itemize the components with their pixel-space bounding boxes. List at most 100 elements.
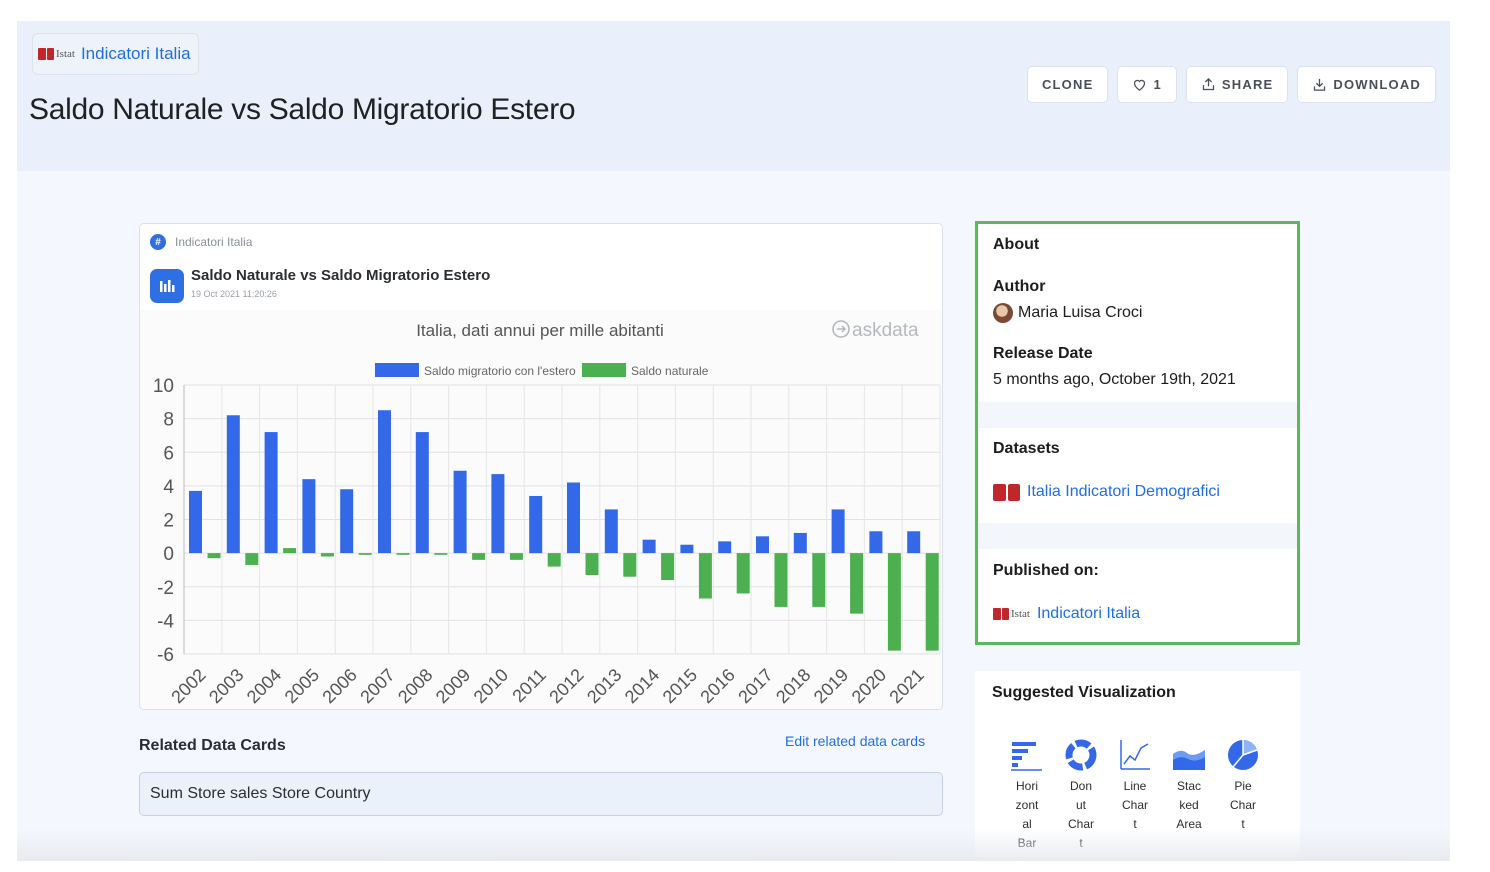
bar	[887, 553, 901, 651]
author-row: Maria Luisa Croci	[993, 303, 1142, 323]
viz-pie-chart[interactable]: Pie Char t	[1223, 738, 1263, 834]
x-tick-label: 2021	[885, 665, 927, 707]
bar	[358, 553, 372, 555]
y-tick-label: -6	[157, 645, 174, 666]
x-tick-label: 2002	[167, 665, 209, 707]
askdata-arrow-icon	[837, 325, 847, 333]
bar	[567, 482, 580, 554]
clone-button[interactable]: CLONE	[1026, 66, 1109, 103]
x-tick-label: 2003	[205, 665, 247, 707]
share-label: SHARE	[1221, 77, 1274, 92]
download-button[interactable]: DOWNLOAD	[1297, 66, 1436, 103]
line-chart-icon	[1120, 740, 1150, 770]
x-tick-label: 2020	[848, 665, 890, 707]
x-tick-label: 2004	[243, 665, 285, 707]
x-tick-label: 2018	[772, 665, 814, 707]
clone-label: CLONE	[1041, 77, 1094, 92]
bar	[680, 544, 694, 554]
published-row[interactable]: Istat Indicatori Italia	[993, 605, 1140, 623]
bar	[547, 553, 561, 567]
suggested-title: Suggested Visualization	[992, 684, 1176, 701]
bar-chart: Italia, dati annui per mille abitanti ask…	[153, 320, 941, 707]
bar	[302, 479, 316, 554]
suggested-visualization-panel: Suggested Visualization Hori zont al Bar Do…	[975, 671, 1300, 861]
istat-logo-text: Istat	[1011, 608, 1030, 620]
page-header: Istat Indicatori Italia Saldo Naturale v…	[17, 21, 1450, 171]
viz-label: Pie Char t	[1229, 779, 1256, 831]
legend-label: Saldo naturale	[631, 364, 709, 378]
donut-chart-icon	[1065, 739, 1097, 771]
viz-label: Line Char t	[1121, 779, 1148, 831]
about-title: About	[993, 236, 1040, 253]
legend-label: Saldo migratorio con l'estero	[424, 364, 576, 378]
bar	[869, 531, 883, 554]
viz-label: Don ut Char t	[1067, 779, 1094, 850]
divider	[978, 402, 1297, 428]
bar	[264, 432, 278, 554]
dataset-row[interactable]: Italia Indicatori Demografici	[993, 483, 1220, 501]
like-button[interactable]: 1	[1117, 66, 1177, 103]
bar	[491, 474, 505, 554]
org-chip[interactable]: Istat Indicatori Italia	[32, 33, 199, 75]
about-panel: About Author Maria Luisa Croci Release D…	[975, 221, 1300, 645]
x-tick-label: 2012	[545, 665, 587, 707]
bar	[736, 553, 750, 594]
viz-label: Stac ked Area	[1176, 779, 1202, 831]
datasets-label: Datasets	[993, 440, 1060, 457]
related-data-card[interactable]: Sum Store sales Store Country	[139, 772, 943, 816]
bar	[226, 415, 240, 554]
bar	[509, 553, 523, 560]
bar	[472, 553, 486, 560]
legend-swatch	[582, 363, 626, 377]
divider	[978, 523, 1297, 549]
bar	[718, 541, 732, 554]
viz-line-chart[interactable]: Line Char t	[1115, 738, 1155, 834]
bar-chart-icon	[150, 269, 184, 303]
bar	[925, 553, 939, 651]
action-toolbar: CLONE 1 SHARE DOWNLOAD	[1026, 66, 1436, 103]
x-tick-label: 2008	[394, 665, 436, 707]
bar	[698, 553, 712, 599]
y-tick-label: 4	[163, 477, 174, 498]
bar	[604, 509, 618, 554]
x-tick-label: 2014	[621, 665, 663, 707]
pie-chart-icon	[1228, 740, 1258, 770]
istat-logo: Istat	[993, 608, 1030, 620]
y-tick-label: -2	[157, 578, 174, 599]
y-tick-label: -4	[157, 611, 174, 632]
card-title: Saldo Naturale vs Saldo Migratorio Ester…	[191, 267, 491, 284]
published-link[interactable]: Indicatori Italia	[1037, 605, 1140, 623]
bar	[283, 548, 297, 554]
viz-stacked-area[interactable]: Stac ked Area	[1169, 738, 1209, 834]
askdata-watermark: askdata	[852, 320, 919, 341]
edit-related-link[interactable]: Edit related data cards	[785, 733, 925, 749]
bar	[793, 532, 807, 554]
y-tick-label: 10	[153, 376, 174, 397]
data-card: # Indicatori Italia Saldo Naturale vs Sa…	[139, 223, 943, 710]
x-tick-label: 2006	[318, 665, 360, 707]
y-tick-label: 8	[163, 410, 174, 431]
x-tick-label: 2009	[432, 665, 474, 707]
author-name: Maria Luisa Croci	[1018, 304, 1143, 321]
dataset-logo-icon	[993, 483, 1020, 501]
dataset-link[interactable]: Italia Indicatori Demografici	[1027, 483, 1220, 501]
card-org: # Indicatori Italia	[150, 234, 252, 250]
bar	[396, 553, 410, 555]
bar	[207, 553, 221, 559]
y-tick-label: 2	[163, 511, 174, 532]
x-tick-label: 2005	[281, 665, 323, 707]
viz-horizontal-bar[interactable]: Hori zont al Bar	[1007, 738, 1047, 853]
download-icon	[1314, 78, 1326, 91]
y-tick-label: 0	[163, 544, 174, 565]
x-tick-label: 2015	[659, 665, 701, 707]
x-tick-label: 2013	[583, 665, 625, 707]
share-button[interactable]: SHARE	[1185, 66, 1289, 103]
istat-logo: Istat	[38, 48, 75, 60]
like-count: 1	[1153, 77, 1162, 92]
release-date-value: 5 months ago, October 19th, 2021	[993, 371, 1236, 388]
related-title: Related Data Cards	[139, 737, 286, 754]
viz-donut-chart[interactable]: Don ut Char t	[1061, 738, 1101, 853]
share-icon	[1202, 77, 1215, 91]
bar	[850, 553, 864, 614]
org-name-link[interactable]: Indicatori Italia	[81, 44, 191, 64]
